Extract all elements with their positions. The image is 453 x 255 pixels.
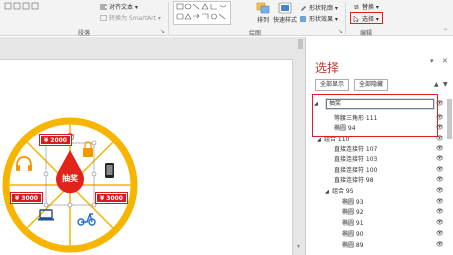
eye-icon[interactable]: 👁: [436, 219, 444, 226]
scrollbar-thumb[interactable]: [447, 99, 452, 139]
paragraph-group-label: 段落: [78, 30, 91, 37]
pane-scrollbar[interactable]: [445, 97, 453, 255]
ribbon-separator: [345, 2, 346, 34]
pen-icon: [300, 5, 307, 11]
chevron-down-icon: ▾: [333, 5, 338, 12]
eye-icon[interactable]: 👁: [436, 145, 444, 152]
resize-handle[interactable]: [43, 202, 49, 208]
shape-outline-button[interactable]: 形状轮廓 ▾: [300, 3, 338, 12]
resize-handle[interactable]: [91, 171, 97, 177]
paragraph-dialog-launcher[interactable]: ↘: [160, 28, 165, 35]
collapse-ribbon-icon[interactable]: ⌃: [443, 28, 448, 35]
list-item[interactable]: 直接连接符 103: [334, 155, 377, 165]
bring-forward-icon[interactable]: ▲: [434, 81, 439, 88]
collapse-triangle-icon[interactable]: ◢: [325, 187, 332, 197]
eye-icon[interactable]: 👁: [436, 230, 444, 237]
shapes-icons: [176, 3, 227, 20]
list-item[interactable]: 椭圆 90: [342, 230, 364, 240]
resize-handle[interactable]: [43, 171, 49, 177]
quick-styles-icon: [278, 2, 292, 14]
list-item[interactable]: 直接连接符 107: [334, 145, 377, 155]
scroll-down-icon[interactable]: ▾: [297, 243, 300, 250]
drawing-dialog-launcher[interactable]: ↘: [338, 28, 343, 35]
shape-effects-button[interactable]: 形状效果 ▾: [300, 14, 338, 23]
list-item-label: 组合 110: [324, 136, 350, 143]
shape-effects-label: 形状效果: [309, 16, 334, 23]
ribbon-separator: [168, 2, 169, 34]
list-icons: [4, 2, 39, 10]
shapes-gallery[interactable]: [173, 1, 231, 25]
select-highlight: [350, 12, 383, 24]
rename-highlight: [312, 94, 438, 137]
replace-button[interactable]: 替换 ▾: [353, 2, 379, 11]
pane-options-icon[interactable]: ▾: [430, 57, 434, 65]
list-item[interactable]: 椭圆 92: [342, 208, 364, 218]
resize-handle[interactable]: [91, 140, 97, 146]
ribbon: 对齐文本 ▾ 转换为 SmartArt ▾ 段落 ↘ 排列 快速样式 形状轮廓 …: [0, 0, 453, 37]
arrange-button[interactable]: 排列: [254, 2, 272, 24]
resize-handle[interactable]: [67, 202, 73, 208]
slide-scrollbar[interactable]: ▾: [296, 37, 305, 255]
close-icon[interactable]: ✕: [442, 57, 448, 65]
align-text-icon: [100, 4, 107, 10]
effects-icon: [300, 16, 307, 22]
send-backward-icon[interactable]: ▼: [443, 81, 448, 88]
center-label: 抽奖: [62, 174, 78, 183]
arrange-icon: [256, 2, 270, 14]
list-item[interactable]: 直接连接符 100: [334, 166, 377, 176]
eye-icon[interactable]: 👁: [436, 176, 444, 183]
eye-icon[interactable]: 👁: [436, 198, 444, 205]
shape-outline-label: 形状轮廓: [309, 5, 334, 12]
drawing-group-label: 绘图: [249, 30, 262, 37]
eye-icon[interactable]: 👁: [436, 208, 444, 215]
convert-smartart-label: 转换为 SmartArt: [109, 15, 156, 22]
lottery-wheel[interactable]: [0, 88, 160, 255]
list-item-label: 组合 95: [332, 188, 354, 195]
replace-icon: [353, 4, 360, 10]
prize-tag[interactable]: ¥ 3000: [10, 192, 43, 204]
hide-all-button[interactable]: 全部隐藏: [354, 79, 389, 91]
quick-styles-button[interactable]: 快速样式: [272, 2, 298, 24]
list-item[interactable]: 椭圆 93: [342, 198, 364, 208]
prize-tag[interactable]: ¥ 3000: [95, 192, 128, 204]
list-item[interactable]: 椭圆 89: [342, 241, 364, 251]
prize-tag[interactable]: ¥ 2000: [39, 134, 72, 146]
align-text-label: 对齐文本: [109, 4, 134, 11]
eye-icon[interactable]: 👁: [436, 241, 444, 248]
smartart-icon: [100, 15, 107, 21]
pane-title: 选择: [315, 61, 340, 75]
paragraph-controls: [4, 2, 44, 12]
editing-group-label: 编辑: [360, 30, 373, 37]
convert-smartart-button[interactable]: 转换为 SmartArt ▾: [100, 13, 161, 22]
show-all-button[interactable]: 全部显示: [315, 79, 350, 91]
eye-icon[interactable]: 👁: [436, 166, 444, 173]
arrange-label: 排列: [256, 17, 269, 24]
resize-handle[interactable]: [91, 202, 97, 208]
phone-icon: [105, 163, 114, 178]
chevron-down-icon: ▾: [374, 4, 379, 11]
eye-icon[interactable]: 👁: [436, 187, 444, 194]
chevron-down-icon: ▾: [333, 16, 338, 23]
selection-pane: 选择 ▾ ✕ 全部显示 全部隐藏 ▲ ▼ ◢ 抽奖 👁 等腰三角形 111 👁 …: [305, 37, 453, 255]
list-item[interactable]: ◢ 组合 95: [325, 187, 354, 197]
quick-styles-label: 快速样式: [272, 17, 297, 24]
list-item[interactable]: 直接连接符 98: [334, 176, 374, 186]
scrollbar-thumb[interactable]: [298, 39, 303, 49]
list-item[interactable]: 椭圆 91: [342, 219, 364, 229]
eye-icon[interactable]: 👁: [436, 155, 444, 162]
replace-label: 替换: [362, 4, 375, 11]
chevron-down-icon: ▾: [155, 15, 161, 22]
chevron-down-icon: ▾: [133, 4, 138, 11]
align-text-button[interactable]: 对齐文本 ▾: [100, 2, 138, 11]
